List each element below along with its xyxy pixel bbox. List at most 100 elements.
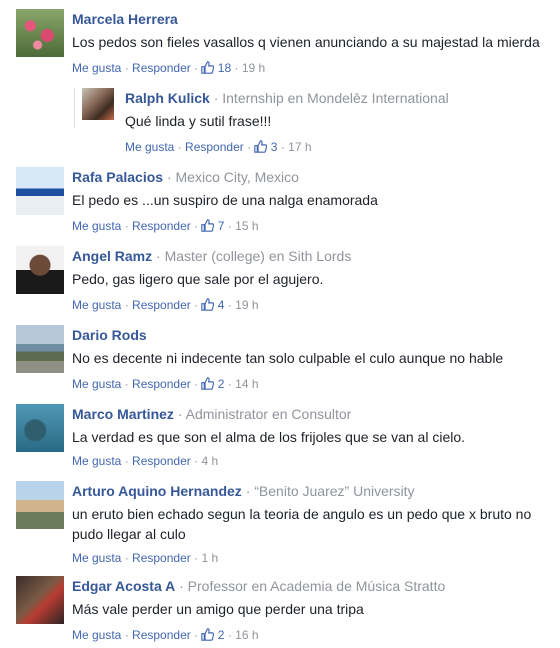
like-link[interactable]: Me gusta <box>72 298 121 312</box>
commenter-role: Internship en Mondelēz International <box>222 90 449 106</box>
commenter-name[interactable]: Ralph Kulick <box>125 90 210 106</box>
separator: · <box>124 551 129 565</box>
separator: · <box>177 140 182 154</box>
commenter-name[interactable]: Marco Martinez <box>72 406 174 422</box>
comment-header: Edgar Acosta A · Professor en Academia d… <box>72 576 554 596</box>
comment-text: No es decente ni indecente tan solo culp… <box>72 350 504 366</box>
comment-header: Rafa Palacios · Mexico City, Mexico <box>72 167 554 187</box>
comment-actions: Me gusta · Responder · 4 · 19 h <box>72 296 554 314</box>
separator: · <box>245 483 251 499</box>
like-link[interactable]: Me gusta <box>72 219 121 233</box>
comment-header: Marco Martinez · Administrator en Consul… <box>72 404 554 424</box>
comment-text: La verdad es que son el alma de los frij… <box>72 429 466 445</box>
avatar[interactable] <box>16 576 64 624</box>
timestamp[interactable]: 16 h <box>235 628 258 642</box>
avatar[interactable] <box>16 246 64 294</box>
comment-actions: Me gusta · Responder · 4 h <box>72 452 554 470</box>
comment-header: Arturo Aquino Hernandez · “Benito Juarez… <box>72 481 546 501</box>
separator: · <box>194 219 199 233</box>
like-count[interactable]: 2 <box>201 377 224 391</box>
comment-actions: Me gusta · Responder · 3 · 17 h <box>125 138 554 156</box>
separator: · <box>213 90 219 106</box>
timestamp[interactable]: 14 h <box>235 377 258 391</box>
separator: · <box>227 377 232 391</box>
like-link[interactable]: Me gusta <box>125 140 174 154</box>
commenter-role: “Benito Juarez” University <box>254 483 415 499</box>
separator: · <box>156 248 161 264</box>
like-count[interactable]: 4 <box>201 298 224 312</box>
timestamp[interactable]: 19 h <box>235 298 258 312</box>
separator: · <box>124 61 129 75</box>
timestamp[interactable]: 1 h <box>201 551 218 565</box>
avatar[interactable] <box>16 167 64 215</box>
avatar[interactable] <box>16 481 64 529</box>
like-count[interactable]: 2 <box>201 628 224 642</box>
commenter-role: Master (college) en Sith Lords <box>164 248 352 264</box>
comment-text: Los pedos son fieles vasallos q vienen a… <box>72 34 540 50</box>
comment-header: Dario Rods <box>72 325 554 345</box>
avatar[interactable] <box>82 88 114 120</box>
reply-thread-line <box>74 88 75 128</box>
comment-actions: Me gusta · Responder · 2 · 14 h <box>72 375 554 393</box>
separator: · <box>177 406 183 422</box>
avatar[interactable] <box>16 325 64 373</box>
comment-text: Más vale perder un amigo que perder una … <box>72 601 364 617</box>
separator: · <box>194 377 199 391</box>
avatar[interactable] <box>16 404 64 452</box>
reply-link[interactable]: Responder <box>132 628 191 642</box>
comment-text: un eruto bien echado segun la teoria de … <box>72 506 532 542</box>
separator: · <box>234 61 239 75</box>
commenter-name[interactable]: Edgar Acosta A <box>72 578 175 594</box>
like-link[interactable]: Me gusta <box>72 628 121 642</box>
commenter-name[interactable]: Rafa Palacios <box>72 169 163 185</box>
separator: · <box>194 628 199 642</box>
separator: · <box>194 61 199 75</box>
separator: · <box>166 169 172 185</box>
comment-header: Ralph Kulick · Internship en Mondelēz In… <box>125 88 554 108</box>
comment-actions: Me gusta · Responder · 2 · 16 h <box>72 626 554 644</box>
commenter-name[interactable]: Arturo Aquino Hernandez <box>72 483 242 499</box>
thumbs-up-icon <box>201 298 215 311</box>
reply-link[interactable]: Responder <box>185 140 244 154</box>
comment-header: Marcela Herrera <box>72 9 554 29</box>
comment-actions: Me gusta · Responder · 18 · 19 h <box>72 59 554 77</box>
separator: · <box>194 551 199 565</box>
like-link[interactable]: Me gusta <box>72 551 121 565</box>
like-link[interactable]: Me gusta <box>72 61 121 75</box>
reply-link[interactable]: Responder <box>132 377 191 391</box>
like-count[interactable]: 3 <box>254 140 277 154</box>
timestamp[interactable]: 4 h <box>201 454 218 468</box>
reply-link[interactable]: Responder <box>132 454 191 468</box>
timestamp[interactable]: 15 h <box>235 219 258 233</box>
commenter-name[interactable]: Marcela Herrera <box>72 11 178 27</box>
comment-text: El pedo es ...un suspiro de una nalga en… <box>72 192 378 208</box>
thumbs-up-icon <box>201 61 215 74</box>
comment-text: Pedo, gas ligero que sale por el agujero… <box>72 271 324 287</box>
timestamp[interactable]: 19 h <box>242 61 265 75</box>
like-link[interactable]: Me gusta <box>72 454 121 468</box>
thumbs-up-icon <box>201 377 215 390</box>
avatar[interactable] <box>16 9 64 57</box>
separator: · <box>124 628 129 642</box>
separator: · <box>194 298 199 312</box>
separator: · <box>124 298 129 312</box>
reply-link[interactable]: Responder <box>132 219 191 233</box>
separator: · <box>124 454 129 468</box>
separator: · <box>124 219 129 233</box>
separator: · <box>247 140 252 154</box>
reply-link[interactable]: Responder <box>132 551 191 565</box>
comment-header: Angel Ramz · Master (college) en Sith Lo… <box>72 246 554 266</box>
separator: · <box>179 578 184 594</box>
thumbs-up-icon <box>201 628 215 641</box>
commenter-name[interactable]: Dario Rods <box>72 327 147 343</box>
like-count[interactable]: 7 <box>201 219 224 233</box>
like-count[interactable]: 18 <box>201 61 231 75</box>
reply-link[interactable]: Responder <box>132 298 191 312</box>
commenter-role: Mexico City, Mexico <box>175 169 299 185</box>
comment-actions: Me gusta · Responder · 1 h <box>72 549 546 567</box>
like-link[interactable]: Me gusta <box>72 377 121 391</box>
timestamp[interactable]: 17 h <box>288 140 311 154</box>
thumbs-up-icon <box>201 219 215 232</box>
commenter-name[interactable]: Angel Ramz <box>72 248 152 264</box>
reply-link[interactable]: Responder <box>132 61 191 75</box>
